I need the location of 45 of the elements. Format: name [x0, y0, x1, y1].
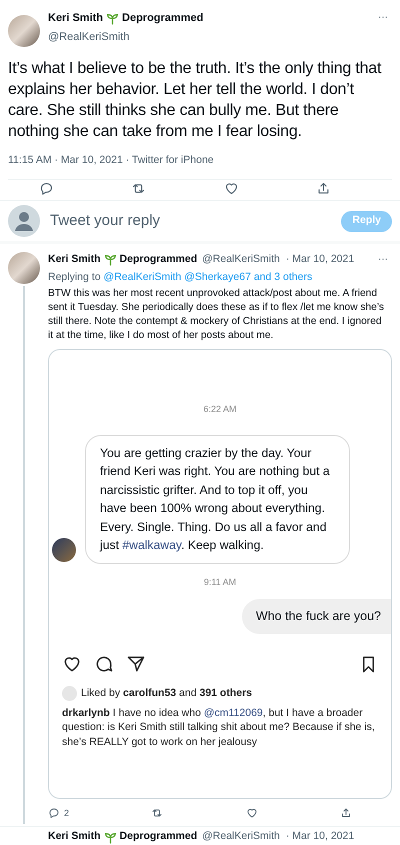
liker-avatar-icon: [62, 686, 77, 702]
message-time: 9:11 AM: [204, 576, 236, 589]
share-icon[interactable]: [340, 807, 352, 820]
sprout-icon: [104, 253, 117, 266]
author-badge-text: Deprogrammed: [120, 829, 198, 844]
heart-icon[interactable]: [224, 180, 239, 196]
sender-avatar-photo: [52, 538, 76, 562]
comment-icon[interactable]: [38, 180, 54, 196]
author-name[interactable]: Keri Smith: [48, 829, 101, 845]
hashtag-link[interactable]: #walkaway: [122, 538, 182, 552]
send-icon[interactable]: [126, 654, 146, 674]
author-handle[interactable]: @RealKeriSmith: [48, 28, 370, 45]
received-message: You are getting crazier by the day. Your friend Keri was right. You are nothing but a narcissistic grifter. And to top it off, you have been 100% wrong about everything. Every. Single. Thing. Do us all a favor and just #walkaway. Keep walking.: [85, 434, 350, 564]
tweet-date[interactable]: · Mar 10, 2021: [286, 829, 354, 845]
avatar-photo: [8, 252, 40, 284]
tweet-meta: 11:15 AM · Mar 10, 2021 · Twitter for iPhone: [7, 153, 215, 168]
more-menu[interactable]: ···: [378, 252, 392, 268]
more-menu[interactable]: ···: [378, 10, 392, 25]
share-icon[interactable]: [316, 180, 332, 196]
heart-icon[interactable]: [246, 807, 258, 820]
message-time: 6:22 AM: [203, 403, 237, 416]
sent-message: Who the fuck are you?: [242, 599, 391, 634]
likes-text: Liked by carolfun53 and 391 others: [81, 686, 252, 701]
reply-count: 2: [64, 806, 70, 820]
avatar-silhouette-icon: [8, 205, 40, 238]
sprout-icon: [104, 830, 117, 844]
author-badge-text: Deprogrammed: [122, 11, 204, 26]
avatar-photo: [8, 15, 40, 47]
tweet-text: It’s what I believe to be the truth. It’s the only thing that explains her behavior. Let her tell the world. I don’t care. She still thinks she can bully me. But there nothing she can take from me I fear losing.: [7, 59, 382, 142]
heart-icon[interactable]: [62, 654, 82, 674]
comment-icon[interactable]: [48, 807, 60, 820]
replying-to-label: Replying to: [48, 270, 101, 284]
reply-text: BTW this was her most recent unprovoked attack/post about me. A friend sent it Tuesday. She periodically does these as if to flex /let me know she’s still there. Note the contempt & mockery of Christians at the end. I ignored it at the time, like I do most of her posts about me.: [48, 287, 385, 344]
comment-text: drkarlynb I have no idea who @cm112069, but I have a broader question: is Keri Smith still talking shit about me? Because if she is, she’s REALLY got to work on her jealousy: [61, 706, 376, 750]
tweet-date[interactable]: · Mar 10, 2021: [286, 252, 354, 268]
comment-icon[interactable]: [94, 654, 114, 674]
reply-input[interactable]: Tweet your reply: [50, 210, 332, 232]
sprout-icon: [106, 12, 120, 25]
retweet-icon[interactable]: [151, 807, 164, 820]
mention-link[interactable]: @cm112069: [204, 706, 263, 719]
author-handle[interactable]: @RealKeriSmith: [202, 252, 280, 268]
author-name[interactable]: Keri Smith: [48, 10, 104, 26]
author-badge-text: Deprogrammed: [120, 252, 198, 267]
author-name[interactable]: Keri Smith: [48, 252, 101, 268]
author-handle[interactable]: @RealKeriSmith: [202, 829, 280, 845]
